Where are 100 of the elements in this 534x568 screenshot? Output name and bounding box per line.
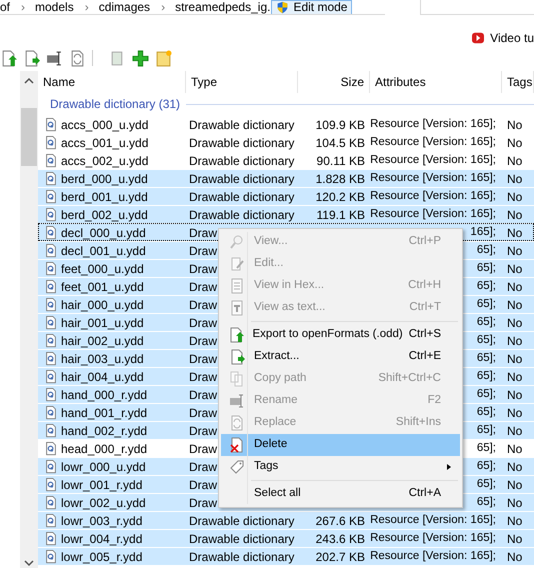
tags-cell-text: No [506,386,524,403]
tags-cell-text: No [506,458,524,475]
type-cell-text: Drawable dictionary [189,134,294,152]
tags-cell-text: No [506,224,524,241]
name-cell: berd_001_u.ydd [38,188,186,205]
name-cell: accs_000_u.ydd [38,116,186,133]
type-cell-text: Drawable dictionary [189,116,294,134]
type-cell-text: Draw [189,260,218,278]
name-cell: head_000_r.ydd [38,440,186,457]
tags-cell-text: No [506,314,524,331]
tags-cell-text: No [506,332,524,349]
type-cell-text: Draw [189,404,218,422]
name-cell: accs_001_u.ydd [38,134,186,151]
attributes-cell-text: 65]; [476,422,496,438]
type-cell-text: Drawable dictionary [189,512,294,530]
name-cell: hand_002_r.ydd [38,422,186,439]
attributes-cell-text: 65]; [476,476,496,492]
tags-cell-text: No [506,116,524,133]
type-cell-text: Draw [189,440,218,458]
tags-cell-text: No [506,422,524,439]
size-cell-text: 202.7 KB [314,548,366,565]
name-cell: hand_000_r.ydd [38,386,186,403]
attributes-cell-text: 65]; [476,458,496,474]
name-cell: decl_001_u.ydd [38,242,186,259]
type-cell-text: Draw [189,314,218,332]
size-cell-text: 119.1 KB [316,206,366,223]
name-cell: accs_002_u.ydd [38,152,186,169]
tags-cell-text: No [506,206,524,223]
tags-cell-text: No [506,476,524,493]
tags-cell-text: No [506,242,524,259]
type-cell-text: Draw [189,332,218,350]
attributes-cell-text: Resource [Version: 165]; [370,548,496,564]
tags-cell-text: No [506,278,524,295]
attributes-cell-text: 65]; [476,242,496,258]
name-cell: hair_002_u.ydd [38,332,186,349]
tags-cell-text: No [506,440,524,457]
attributes-cell-text: 65]; [476,368,496,384]
size-cell-text: 104.5 KB [314,134,366,151]
size-cell-text: 109.9 KB [314,116,366,133]
attributes-cell-text: 65]; [476,260,496,276]
breadcrumb-separator: › [21,0,26,14]
type-cell-text: Draw [189,368,218,386]
type-cell-text: Drawable dictionary [189,188,294,206]
type-cell-text: Draw [189,422,218,440]
type-cell-text: Draw [189,278,218,296]
attributes-cell-text: 65]; [476,278,496,294]
type-cell-text: Drawable dictionary [189,170,294,188]
type-cell-text: Draw [189,476,218,494]
tags-cell-text: No [506,350,524,367]
name-cell: lowr_004_r.ydd [38,530,186,547]
attributes-cell-text: 65]; [476,350,496,366]
type-cell-text: Drawable dictionary [189,530,294,548]
type-cell-text: Drawable dictionary [189,548,294,566]
attributes-cell-text: 65]; [476,296,496,312]
attributes-cell-text: Resource [Version: 165]; [370,152,496,168]
tags-cell-text: No [506,548,524,565]
attributes-cell-text: Resource [Version: 165]; [370,206,496,222]
type-cell-text: Drawable dictionary [189,206,294,224]
name-cell: lowr_002_u.ydd [38,494,186,511]
type-cell-text: Drawable dictionary [189,152,294,170]
attributes-cell-text: Resource [Version: 165]; [370,530,496,546]
size-cell-text: 120.2 KB [314,188,366,205]
size-cell-text: 1.828 KB [314,170,366,187]
tags-cell-text: No [506,494,524,511]
name-cell: hair_004_u.ydd [38,368,186,385]
type-cell-text: Draw [189,242,218,260]
tags-cell-text: No [506,512,524,529]
name-cell: hair_003_u.ydd [38,350,186,367]
name-cell: feet_000_u.ydd [38,260,186,277]
attributes-cell-text: 65]; [476,440,496,456]
breadcrumb-separator: › [161,0,166,14]
breadcrumb-separator: › [84,0,89,14]
tags-cell-text: No [506,134,524,151]
tags-cell-text: No [506,170,524,187]
tags-cell-text: No [506,404,524,421]
size-cell-text: 243.6 KB [314,530,366,547]
attributes-cell-text: 65]; [476,404,496,420]
attributes-cell-text: Resource [Version: 165]; [370,116,496,132]
type-cell-text: Draw [189,386,218,404]
type-cell-text: Draw [189,494,218,512]
type-cell-text: Draw [189,350,218,368]
size-cell-text: 267.6 KB [314,512,366,529]
type-cell-text: Draw [189,224,218,242]
attributes-cell-text: 65]; [476,386,496,402]
attributes-cell-text: 65]; [476,314,496,330]
tags-cell-text: No [506,296,524,313]
name-cell: hand_001_r.ydd [38,404,186,421]
type-cell-text: Draw [189,296,218,314]
tags-cell-text: No [506,530,524,547]
tags-cell-text: No [506,188,524,205]
name-cell: hair_000_u.ydd [38,296,186,313]
name-cell: decl_000_u.ydd [38,224,186,241]
name-cell: lowr_000_u.ydd [38,458,186,475]
name-cell: lowr_001_r.ydd [38,476,186,493]
tags-cell-text: No [506,260,524,277]
attributes-cell-text: Resource [Version: 165]; [370,170,496,186]
name-cell: feet_001_u.ydd [38,278,186,295]
type-cell-text: Draw [189,458,218,476]
tags-cell-text: No [506,152,524,169]
size-cell-text: 90.11 KB [316,152,366,169]
